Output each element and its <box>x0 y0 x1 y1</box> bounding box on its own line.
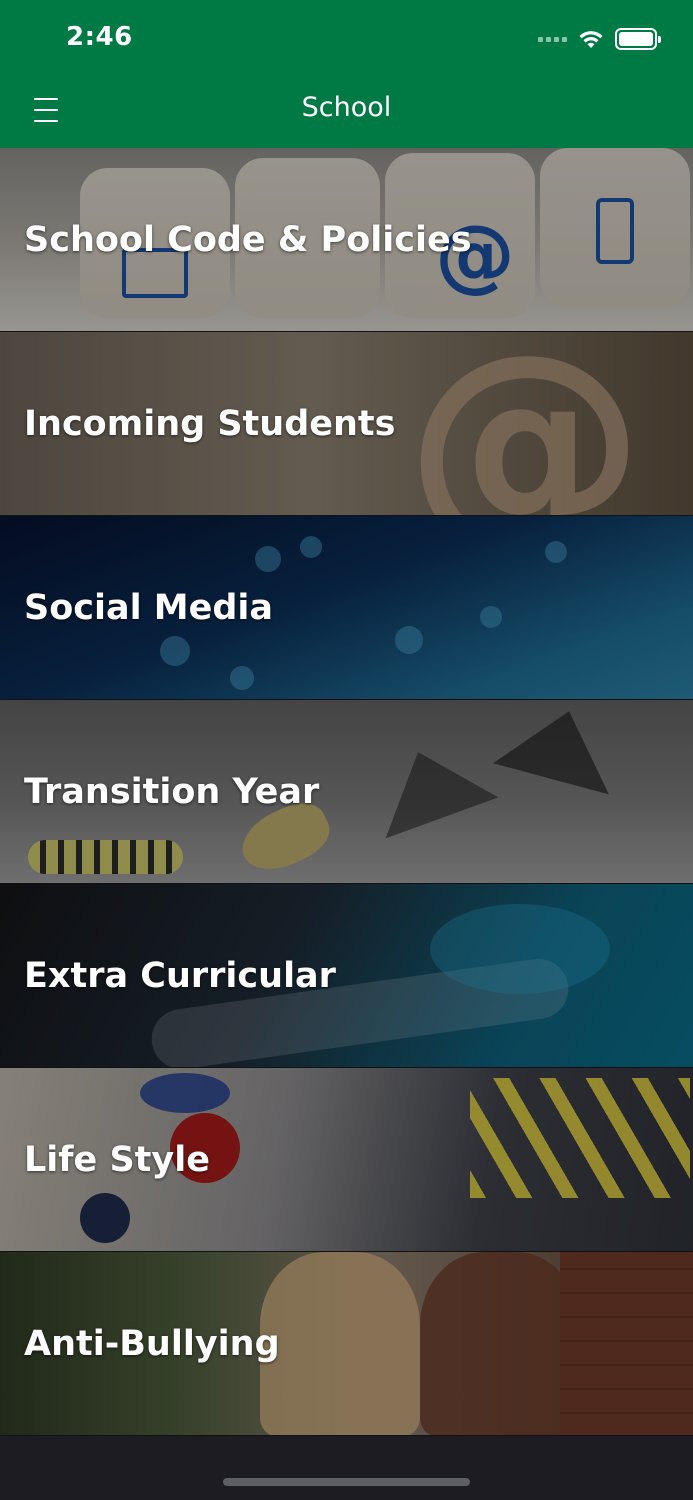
list-item-label: Social Media <box>24 587 274 628</box>
category-list: @ School Code & Policies @ Incoming Stud… <box>0 148 693 1436</box>
status-indicators <box>538 26 661 52</box>
list-item-school-code-policies[interactable]: @ School Code & Policies <box>0 148 693 332</box>
list-item-transition-year[interactable]: Transition Year <box>0 700 693 884</box>
home-indicator[interactable] <box>223 1478 470 1486</box>
list-item-label: Anti-Bullying <box>24 1323 280 1364</box>
app-header: 2:46 School <box>0 0 693 148</box>
list-item-label: Transition Year <box>24 771 320 812</box>
list-item-social-media[interactable]: Social Media <box>0 516 693 700</box>
list-item-label: Life Style <box>24 1139 210 1180</box>
list-item-label: Incoming Students <box>24 403 396 444</box>
battery-icon <box>615 28 661 50</box>
bottom-area <box>0 1436 693 1500</box>
cellular-signal-icon <box>538 36 567 42</box>
list-item-life-style[interactable]: Life Style <box>0 1068 693 1252</box>
page-title: School <box>301 92 392 123</box>
status-time: 2:46 <box>66 22 133 52</box>
list-item-label: School Code & Policies <box>24 219 472 260</box>
list-item-label: Extra Curricular <box>24 955 336 996</box>
wifi-icon <box>579 31 603 48</box>
list-item-anti-bullying[interactable]: Anti-Bullying <box>0 1252 693 1436</box>
list-item-incoming-students[interactable]: @ Incoming Students <box>0 332 693 516</box>
list-item-extra-curricular[interactable]: Extra Curricular <box>0 884 693 1068</box>
